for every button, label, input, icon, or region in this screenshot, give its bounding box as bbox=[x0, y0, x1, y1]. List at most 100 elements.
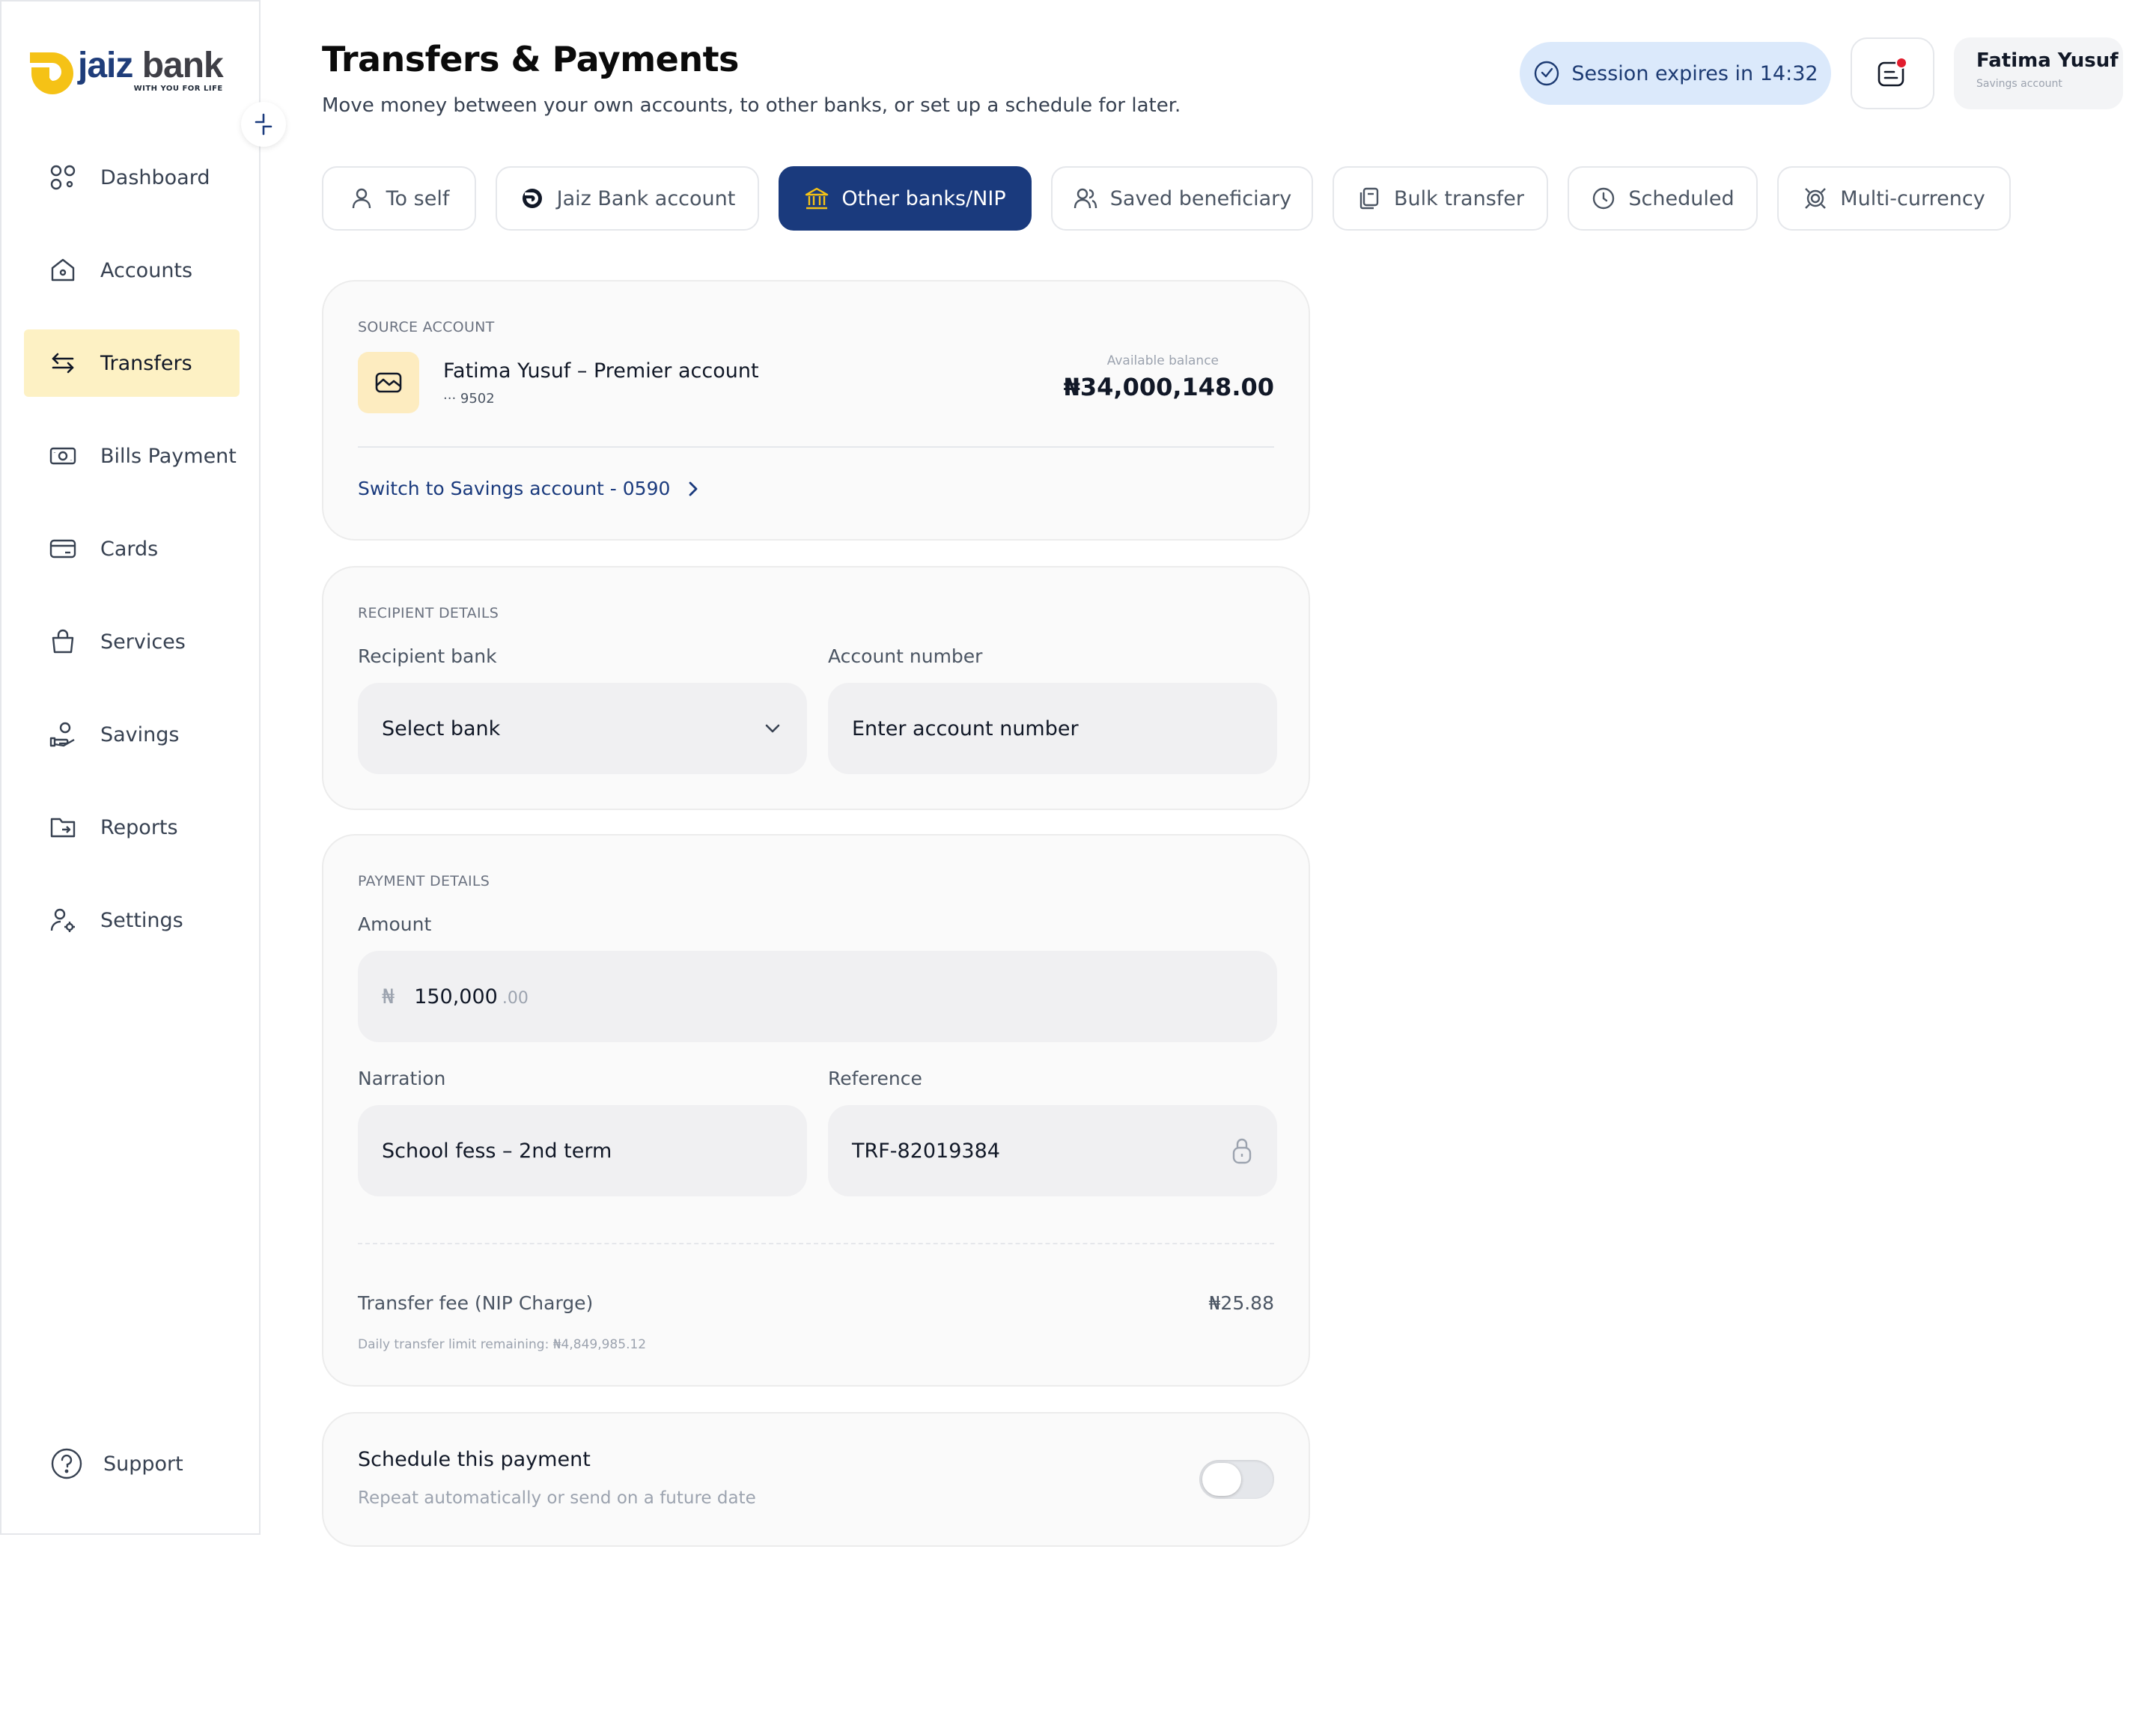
sidebar-item-label: Reports bbox=[100, 815, 178, 839]
switch-account-link[interactable]: Switch to Savings account - 0590 bbox=[358, 478, 700, 499]
collapse-icon bbox=[255, 113, 272, 136]
tab-label: Scheduled bbox=[1628, 186, 1735, 210]
toggle-knob bbox=[1202, 1463, 1241, 1496]
sidebar-item-label: Transfers bbox=[100, 351, 192, 375]
reference-input: TRF-82019384 bbox=[828, 1105, 1277, 1196]
sidebar-item-label: Accounts bbox=[100, 258, 193, 282]
brand-name-part1: jaiz bbox=[78, 46, 133, 85]
amount-value: 150,000 bbox=[414, 985, 498, 1008]
hand-coin-icon bbox=[48, 719, 78, 749]
sidebar-item-label: Bills Payment bbox=[100, 444, 237, 468]
support-link[interactable]: Support bbox=[49, 1446, 183, 1481]
divider bbox=[358, 446, 1274, 448]
brand-tagline: WITH YOU FOR LIFE bbox=[133, 85, 223, 93]
page-subtitle: Move money between your own accounts, to… bbox=[322, 94, 1181, 117]
narration-label: Narration bbox=[358, 1068, 446, 1089]
transfer-fee-value: ₦25.88 bbox=[1208, 1292, 1274, 1314]
sidebar-item-label: Settings bbox=[100, 908, 183, 932]
tab-other-banks-nip[interactable]: Other banks/NIP bbox=[779, 166, 1032, 231]
sidebar-item-settings[interactable]: Settings bbox=[24, 886, 240, 954]
tab-to-self[interactable]: To self bbox=[322, 166, 476, 231]
recipient-details-card: RECIPIENT DETAILS Recipient bank Account… bbox=[322, 566, 1310, 810]
lock-icon bbox=[1232, 1138, 1252, 1164]
user-profile-button[interactable]: Fatima Yusuf Savings account bbox=[1954, 37, 2123, 109]
tab-label: Bulk transfer bbox=[1394, 186, 1524, 210]
tab-saved-beneficiary[interactable]: Saved beneficiary bbox=[1051, 166, 1313, 231]
currency-icon bbox=[1803, 186, 1828, 211]
section-label: PAYMENT DETAILS bbox=[358, 873, 490, 889]
home-icon bbox=[48, 255, 78, 285]
chevron-right-icon bbox=[689, 481, 698, 496]
jaiz-icon bbox=[520, 186, 545, 211]
sidebar-item-services[interactable]: Services bbox=[24, 608, 240, 675]
account-number-placeholder: Enter account number bbox=[852, 716, 1079, 740]
sidebar-item-label: Dashboard bbox=[100, 165, 210, 189]
tab-label: Saved beneficiary bbox=[1109, 186, 1292, 210]
sidebar-item-reports[interactable]: Reports bbox=[24, 794, 240, 861]
schedule-card: Schedule this payment Repeat automatical… bbox=[322, 1412, 1310, 1547]
recipient-bank-value: Select bank bbox=[382, 716, 501, 740]
sidebar-item-savings[interactable]: Savings bbox=[24, 701, 240, 768]
support-label: Support bbox=[103, 1452, 183, 1476]
notifications-button[interactable] bbox=[1851, 37, 1934, 109]
brand-logo[interactable]: jaiz bank WITH YOU FOR LIFE bbox=[27, 46, 224, 99]
help-icon bbox=[49, 1446, 84, 1481]
narration-input[interactable]: School fess – 2nd term bbox=[358, 1105, 807, 1196]
jaiz-logo-icon bbox=[27, 48, 73, 99]
account-number-input[interactable]: Enter account number bbox=[828, 683, 1277, 774]
account-icon-badge bbox=[358, 352, 419, 413]
bank-icon bbox=[804, 186, 829, 211]
schedule-subtitle: Repeat automatically or send on a future… bbox=[358, 1488, 756, 1508]
tab-label: Other banks/NIP bbox=[841, 186, 1006, 210]
session-timer-label: Session expires in 14:32 bbox=[1571, 61, 1818, 85]
session-timer: Session expires in 14:32 bbox=[1520, 42, 1831, 105]
tab-multi-currency[interactable]: Multi-currency bbox=[1777, 166, 2011, 231]
clock-check-icon bbox=[1532, 59, 1561, 88]
daily-limit-text: Daily transfer limit remaining: ₦4,849,9… bbox=[358, 1337, 647, 1352]
sidebar: jaiz bank WITH YOU FOR LIFE Dashboard Ac… bbox=[0, 0, 286, 1535]
tab-jaiz-bank-account[interactable]: Jaiz Bank account bbox=[496, 166, 759, 231]
users-icon bbox=[1073, 186, 1098, 211]
dashboard-icon bbox=[48, 162, 78, 192]
source-account-card: SOURCE ACCOUNT Fatima Yusuf – Premier ac… bbox=[322, 280, 1310, 541]
sidebar-item-label: Services bbox=[100, 630, 186, 654]
account-number-label: Account number bbox=[828, 645, 983, 667]
sidebar-item-label: Savings bbox=[100, 722, 180, 746]
amount-input[interactable]: ₦ 150,000 .00 bbox=[358, 951, 1277, 1042]
sidebar-item-cards[interactable]: Cards bbox=[24, 515, 240, 582]
switch-account-label: Switch to Savings account - 0590 bbox=[358, 478, 671, 499]
sidebar-item-dashboard[interactable]: Dashboard bbox=[24, 144, 240, 211]
schedule-title: Schedule this payment bbox=[358, 1448, 591, 1471]
app-root: jaiz bank WITH YOU FOR LIFE Dashboard Ac… bbox=[0, 0, 2156, 1716]
recipient-bank-select[interactable]: Select bank bbox=[358, 683, 807, 774]
collapse-sidebar-button[interactable] bbox=[241, 102, 286, 147]
page-title: Transfers & Payments bbox=[322, 39, 739, 79]
sidebar-item-bills-payment[interactable]: Bills Payment bbox=[24, 422, 240, 490]
sidebar-item-accounts[interactable]: Accounts bbox=[24, 237, 240, 304]
sidebar-item-transfers[interactable]: Transfers bbox=[24, 329, 240, 397]
user-account-type: Savings account bbox=[1976, 78, 2062, 90]
narration-value: School fess – 2nd term bbox=[382, 1139, 612, 1163]
transfer-fee-label: Transfer fee (NIP Charge) bbox=[358, 1292, 594, 1314]
source-account-name: Fatima Yusuf – Premier account bbox=[443, 359, 759, 383]
card-icon bbox=[48, 534, 78, 564]
tab-scheduled[interactable]: Scheduled bbox=[1568, 166, 1758, 231]
brand-name-part2: bank bbox=[141, 46, 224, 85]
notification-icon bbox=[1878, 57, 1907, 87]
schedule-toggle[interactable] bbox=[1199, 1460, 1274, 1499]
stack-icon bbox=[1356, 186, 1382, 211]
section-label: SOURCE ACCOUNT bbox=[358, 319, 495, 335]
reference-label: Reference bbox=[828, 1068, 922, 1089]
balance-label: Available balance bbox=[1106, 353, 1219, 368]
sidebar-item-label: Cards bbox=[100, 537, 159, 561]
tab-bulk-transfer[interactable]: Bulk transfer bbox=[1333, 166, 1548, 231]
balance-value: ₦34,000,148.00 bbox=[1063, 373, 1274, 401]
section-label: RECIPIENT DETAILS bbox=[358, 605, 499, 621]
recipient-bank-label: Recipient bank bbox=[358, 645, 497, 667]
bag-icon bbox=[48, 627, 78, 657]
source-account-number: ··· 9502 bbox=[443, 391, 495, 407]
banknote-icon bbox=[48, 441, 78, 471]
user-name: Fatima Yusuf bbox=[1976, 49, 2119, 72]
sidebar-nav: Dashboard Accounts Transfers Bills Payme… bbox=[24, 144, 240, 979]
clock-icon bbox=[1591, 186, 1616, 211]
